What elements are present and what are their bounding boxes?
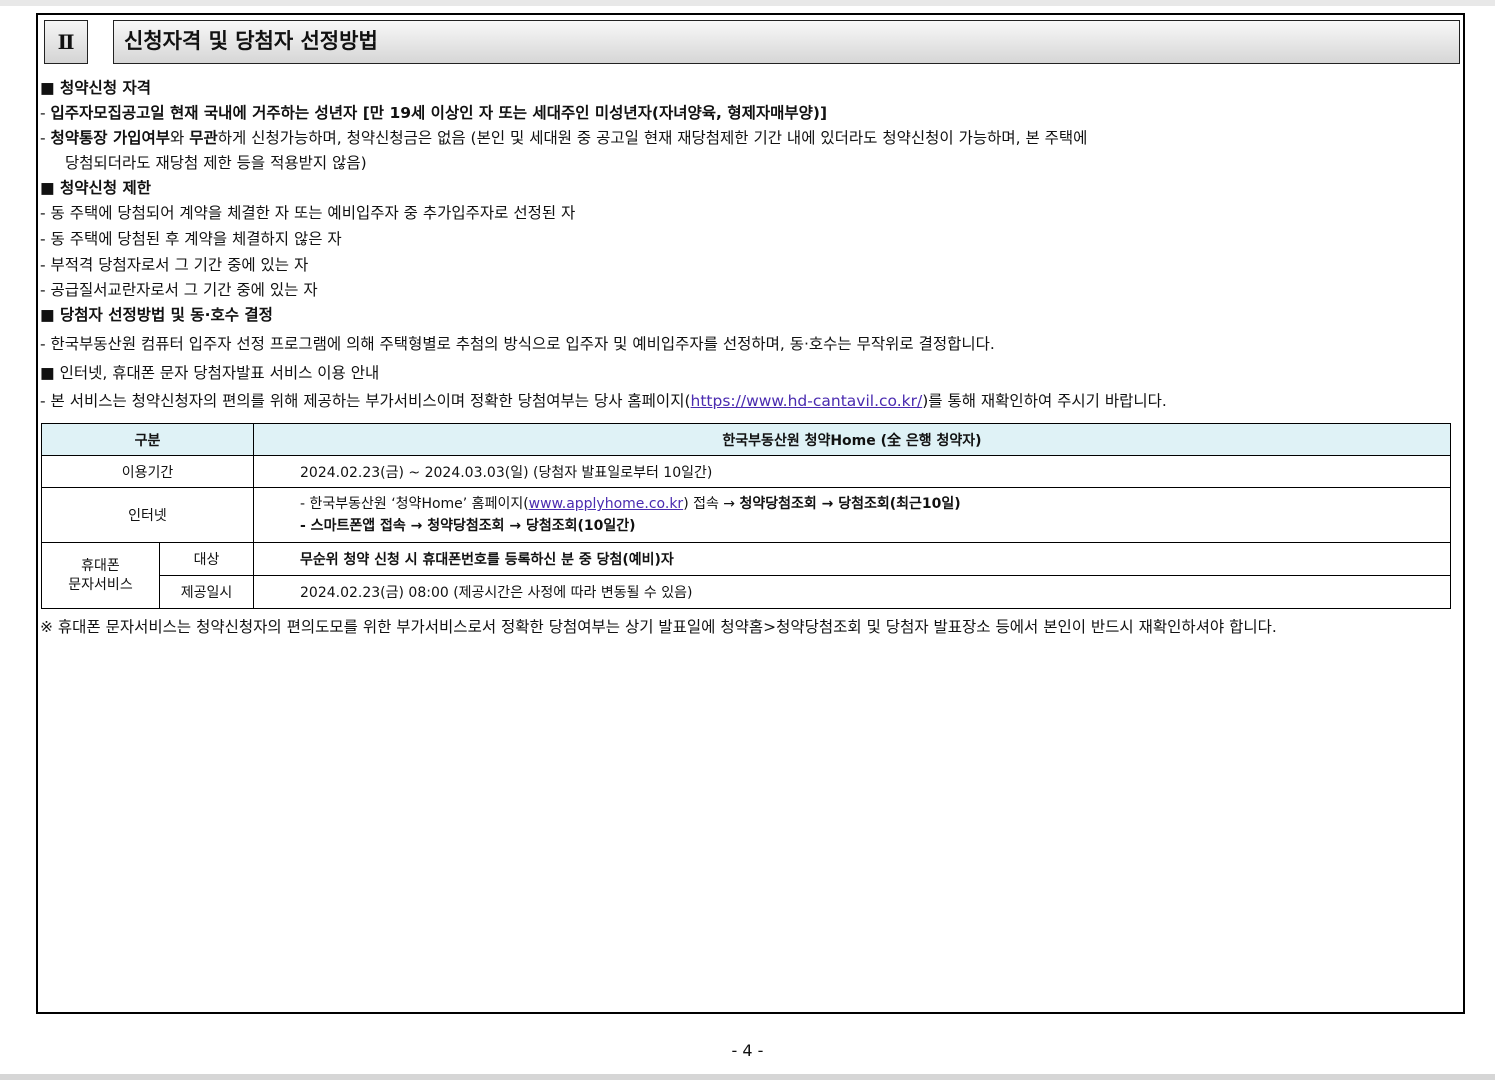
note-text: ※ 휴대폰 문자서비스는 청약신청자의 편의도모를 위한 부가서비스로서 정확한… [40,618,1277,636]
homepage-link[interactable]: https://www.hd-cantavil.co.kr/ [691,392,923,410]
bullet-dash: - [40,104,51,122]
restriction-heading: ■ 청약신청 제한 [40,179,151,197]
qualification-line-1: - 입주자모집공고일 현재 국내에 거주하는 성년자 [만 19세 이상인 자 … [40,102,827,124]
internet-line-1-bold: 청약당첨조회 → 당첨조회(최근10일) [739,496,961,512]
internet-line-2: - 스마트폰앱 접속 → 청약당첨조회 → 당첨조회(10일간) [300,518,636,534]
mobile-label-line-2: 문자서비스 [68,576,133,593]
restriction-item: - 부적격 당첨자로서 그 기간 중에 있는 자 [40,256,309,274]
table-row: 휴대폰 문자서비스 대상 무순위 청약 신청 시 휴대폰번호를 등록하신 분 중… [41,542,1451,609]
internet-line-1-pre: - 한국부동산원 ‘청약Home’ 홈페이지( [300,496,529,512]
mobile-label-line-1: 휴대폰 [81,557,120,574]
time-label: 제공일시 [159,575,254,609]
notification-service-table: 구분 한국부동산원 청약Home (全 은행 청약자) 이용기간 2024.02… [41,423,1451,609]
table-row: 제공일시 2024.02.23(금) 08:00 (제공시간은 사정에 따라 변… [42,575,1451,609]
restriction-item: - 동 주택에 당첨된 후 계약을 체결하지 않은 자 [40,230,342,248]
period-label: 이용기간 [41,455,254,488]
qualification-bold-1: 청약통장 가입여부 [50,129,171,147]
header-service: 한국부동산원 청약Home (全 은행 청약자) [253,423,1451,456]
sms-text: - 본 서비스는 청약신청자의 편의를 위해 제공하는 부가서비스이며 정확한 … [40,390,1167,412]
internet-value: - 한국부동산원 ‘청약Home’ 홈페이지(www.applyhome.co.… [253,487,1451,543]
bullet-dash: - [40,129,51,147]
bottom-edge [0,1074,1495,1080]
qualification-line-2-cont: 당첨되더라도 재당첨 제한 등을 적용받지 않음) [65,154,367,172]
qualification-line-2: - 청약통장 가입여부와 무관하게 신청가능하며, 청약신청금은 없음 (본인 … [40,127,1087,149]
restriction-item: - 공급질서교란자로서 그 기간 중에 있는 자 [40,281,318,299]
sms-text-post: )를 통해 재확인하여 주시기 바랍니다. [922,392,1167,410]
qualification-text-2b: 하게 신청가능하며, 청약신청금은 없음 (본인 및 세대원 중 공고일 현재 … [217,129,1088,147]
table-row: 인터넷 - 한국부동산원 ‘청약Home’ 홈페이지(www.applyhome… [41,487,1451,543]
selection-heading: ■ 당첨자 선정방법 및 동·호수 결정 [40,306,273,324]
table-header-row: 구분 한국부동산원 청약Home (全 은행 청약자) [41,423,1451,456]
page-number: - 4 - [731,1041,764,1060]
sms-heading: ■ 인터넷, 휴대폰 문자 당첨자발표 서비스 이용 안내 [40,364,380,382]
target-label: 대상 [159,542,254,576]
time-value: 2024.02.23(금) 08:00 (제공시간은 사정에 따라 변동될 수 … [253,575,1451,609]
sms-text-pre: - 본 서비스는 청약신청자의 편의를 위해 제공하는 부가서비스이며 정확한 … [40,392,691,410]
restriction-item: - 동 주택에 당첨되어 계약을 체결한 자 또는 예비입주자 중 추가입주자로… [40,204,576,222]
section-title: 신청자격 및 당첨자 선정방법 [113,20,1460,64]
qualification-text-1: 입주자모집공고일 현재 국내에 거주하는 성년자 [만 19세 이상인 자 또는… [50,104,828,122]
mobile-sms-label: 휴대폰 문자서비스 [41,542,160,609]
top-edge [0,0,1495,6]
internet-line-1-mid: ) 접속 → [683,496,740,512]
section-number: Ⅱ [44,20,88,64]
table-row: 이용기간 2024.02.23(금) ~ 2024.03.03(일) (당첨자 … [41,455,1451,488]
qualification-bold-2: 무관 [189,129,218,147]
header-category: 구분 [41,423,254,456]
qualification-text-2a: 와 [170,129,190,147]
qualification-heading: ■ 청약신청 자격 [40,79,151,97]
internet-line-1: - 한국부동산원 ‘청약Home’ 홈페이지(www.applyhome.co.… [300,493,1450,515]
period-value: 2024.02.23(금) ~ 2024.03.03(일) (당첨자 발표일로부… [253,455,1451,488]
internet-label: 인터넷 [41,487,254,543]
target-value: 무순위 청약 신청 시 휴대폰번호를 등록하신 분 중 당첨(예비)자 [253,542,1451,576]
applyhome-link[interactable]: www.applyhome.co.kr [529,496,684,512]
selection-text: - 한국부동산원 컴퓨터 입주자 선정 프로그램에 의해 주택형별로 추첨의 방… [40,335,995,353]
